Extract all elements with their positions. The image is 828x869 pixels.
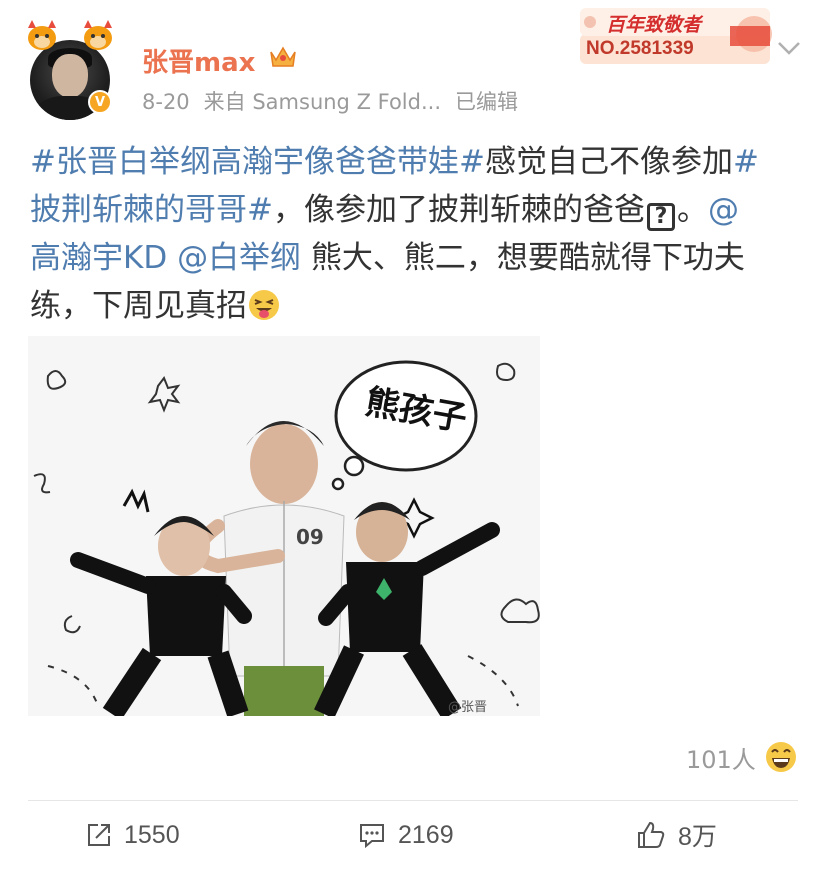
ox-decoration-icon (84, 20, 112, 50)
laughing-emoji-icon[interactable] (764, 740, 798, 774)
divider (28, 800, 798, 801)
crown-icon (270, 46, 296, 67)
verified-badge-icon: V (88, 90, 112, 114)
post-date: 8-20 (142, 90, 190, 114)
image-watermark: @张晋 (448, 700, 488, 715)
like-button[interactable]: 8万 (636, 815, 717, 855)
mention-link[interactable]: @ (708, 192, 739, 228)
chevron-down-icon[interactable] (776, 38, 802, 58)
post-meta: 8-20 来自 Samsung Z Fold... 已编辑 (142, 86, 532, 116)
user-avatar[interactable]: V (24, 18, 118, 120)
username[interactable]: 张晋max (142, 42, 255, 79)
comment-button[interactable]: 2169 (358, 815, 454, 855)
badge-number: NO.2581339 (586, 38, 694, 59)
hashtag-link[interactable]: 披荆斩棘的哥哥# (30, 192, 273, 228)
post-text-segment: ，像参加了披荆斩棘的爸爸 (272, 192, 645, 228)
post-text-segment: 感觉自己不像参加 (484, 144, 733, 180)
ox-decoration-icon (28, 20, 56, 50)
like-count: 8万 (678, 823, 717, 851)
jersey-number: 09 (296, 525, 324, 549)
badge-title: 百年致敬者 (606, 14, 702, 36)
post-text-segment: 。 (676, 192, 708, 228)
comment-icon (360, 824, 384, 848)
anniversary-badge[interactable]: 百年致敬者 NO.2581339 (580, 6, 776, 68)
comment-count: 2169 (398, 820, 454, 849)
repost-count: 1550 (124, 820, 180, 849)
post-text: #张晋白举纲高瀚宇像爸爸带娃#感觉自己不像参加# 披荆斩棘的哥哥#，像参加了披荆… (30, 138, 800, 330)
mention-link[interactable]: 高瀚宇KD (30, 240, 167, 276)
post-text-segment: 练，下周见真招 (30, 288, 247, 324)
repost-button[interactable]: 1550 (86, 815, 180, 855)
reaction-count[interactable]: 101人 (686, 740, 756, 775)
hashtag-link[interactable]: # (733, 144, 759, 180)
post-illustration: 熊孩子 09 (28, 336, 540, 716)
post-source[interactable]: 来自 Samsung Z Fold... (204, 90, 441, 114)
post-image[interactable]: 熊孩子 09 (28, 336, 540, 716)
edited-label[interactable]: 已编辑 (455, 90, 518, 114)
post-text-segment: 熊大、熊二，想要酷就得下功夫 (301, 240, 745, 276)
hashtag-link[interactable]: #张晋白举纲高瀚宇像爸爸带娃# (30, 144, 485, 180)
thumbs-up-icon (638, 821, 665, 848)
tongue-out-emoji-icon (249, 290, 279, 320)
repost-icon (88, 824, 110, 846)
mention-link[interactable]: @白举纲 (177, 240, 301, 276)
question-mark-icon: ? (646, 203, 675, 231)
